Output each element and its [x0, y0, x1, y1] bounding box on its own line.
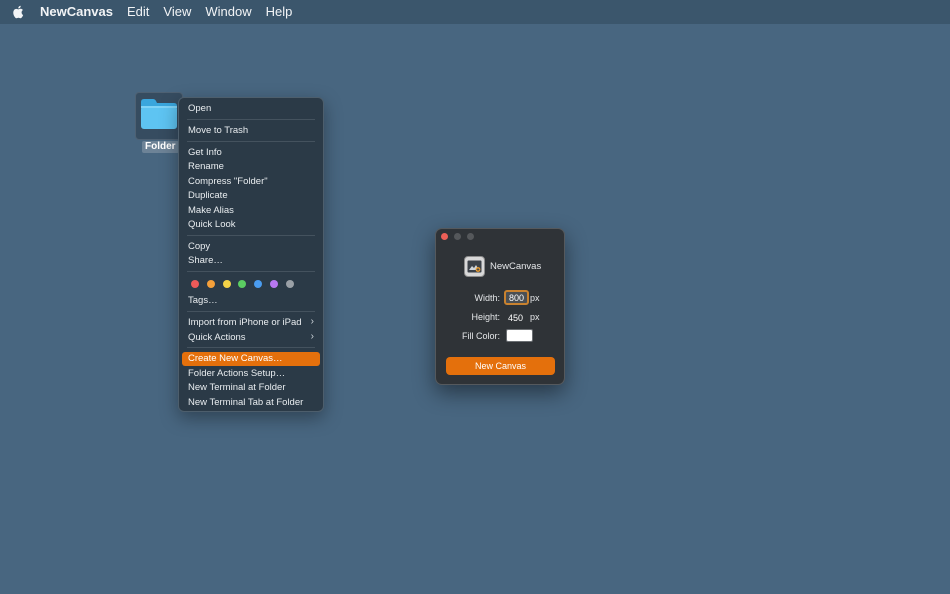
height-unit: px: [530, 312, 540, 322]
desktop-folder[interactable]: Folder: [135, 92, 183, 153]
menu-item-import-from-iphone[interactable]: Import from iPhone or iPad: [188, 316, 302, 329]
tag-color-orange[interactable]: [207, 280, 215, 288]
menu-item-open[interactable]: Open: [188, 102, 211, 115]
menu-edit[interactable]: Edit: [120, 0, 156, 24]
menu-item-duplicate[interactable]: Duplicate: [188, 189, 228, 202]
height-input[interactable]: 450: [504, 311, 527, 324]
menu-item-quick-actions[interactable]: Quick Actions: [188, 331, 246, 344]
menu-item-share[interactable]: Share…: [188, 254, 223, 267]
tag-color-gray[interactable]: [286, 280, 294, 288]
menu-item-folder-actions-setup[interactable]: Folder Actions Setup…: [188, 367, 285, 380]
menu-item-quick-look[interactable]: Quick Look: [188, 218, 236, 231]
minimize-button[interactable]: [454, 233, 461, 240]
menu-item-rename[interactable]: Rename: [188, 160, 224, 173]
menu-item-compress[interactable]: Compress "Folder": [188, 175, 268, 188]
height-label: Height:: [471, 312, 500, 322]
menu-item-create-new-canvas[interactable]: Create New Canvas…: [188, 352, 283, 365]
close-button[interactable]: [441, 233, 448, 240]
menu-separator: [187, 347, 315, 348]
tag-color-purple[interactable]: [270, 280, 278, 288]
app-icon: [464, 256, 485, 277]
folder-icon: [139, 97, 179, 136]
menu-item-make-alias[interactable]: Make Alias: [188, 204, 234, 217]
menu-separator: [187, 271, 315, 272]
menu-bar: NewCanvas Edit View Window Help: [0, 0, 950, 24]
new-canvas-button[interactable]: New Canvas: [446, 357, 555, 375]
folder-label[interactable]: Folder: [142, 141, 179, 153]
menu-separator: [187, 235, 315, 236]
newcanvas-dialog: NewCanvas Width: 800 px Height: 450 px F…: [435, 228, 565, 385]
menu-window[interactable]: Window: [198, 0, 258, 24]
width-label: Width:: [474, 293, 500, 303]
menu-app-name[interactable]: NewCanvas: [36, 0, 120, 24]
tag-color-green[interactable]: [238, 280, 246, 288]
menu-separator: [187, 119, 315, 120]
chevron-right-icon: ›: [310, 331, 314, 342]
width-input[interactable]: 800: [504, 290, 529, 305]
menu-item-new-terminal[interactable]: New Terminal at Folder: [188, 381, 286, 394]
context-menu: Open Move to Trash Get Info Rename Compr…: [178, 97, 324, 412]
menu-view[interactable]: View: [156, 0, 198, 24]
menu-item-tags[interactable]: Tags…: [188, 294, 218, 307]
zoom-button[interactable]: [467, 233, 474, 240]
menu-item-get-info[interactable]: Get Info: [188, 146, 222, 159]
tag-color-red[interactable]: [191, 280, 199, 288]
tag-color-blue[interactable]: [254, 280, 262, 288]
fill-color-label: Fill Color:: [461, 331, 500, 341]
menu-separator: [187, 311, 315, 312]
menu-item-move-to-trash[interactable]: Move to Trash: [188, 124, 248, 137]
folder-selection-box: [135, 92, 183, 140]
fill-color-well[interactable]: [506, 329, 533, 342]
chevron-right-icon: ›: [310, 316, 314, 327]
tag-color-yellow[interactable]: [223, 280, 231, 288]
dialog-title: NewCanvas: [490, 261, 542, 272]
menu-item-copy[interactable]: Copy: [188, 240, 210, 253]
menu-separator: [187, 141, 315, 142]
width-unit: px: [530, 293, 540, 303]
apple-menu-icon[interactable]: [12, 4, 26, 20]
menu-item-new-terminal-tab[interactable]: New Terminal Tab at Folder: [188, 396, 303, 409]
menu-help[interactable]: Help: [259, 0, 300, 24]
